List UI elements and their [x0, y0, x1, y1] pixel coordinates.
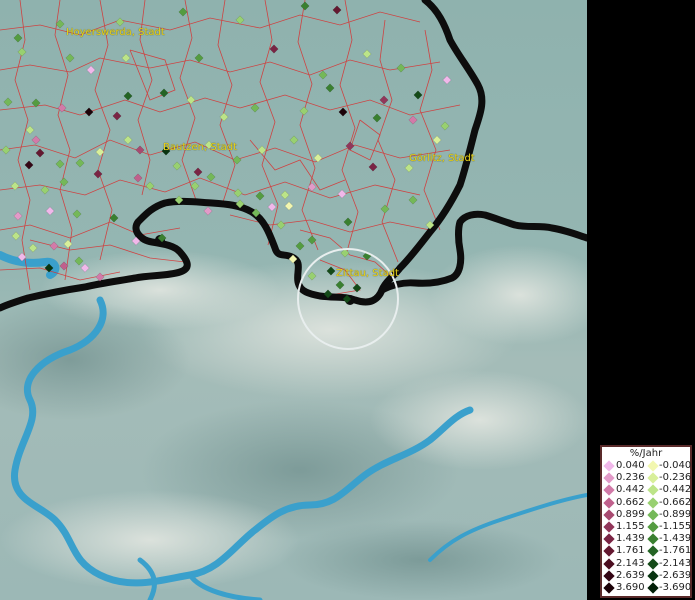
legend-label-negative: -2.143 [659, 557, 692, 569]
legend-row: 0.899 -0.899 [602, 508, 692, 521]
legend-row: 0.040 -0.040 [602, 460, 692, 472]
legend-label-positive: 0.662 [616, 496, 645, 508]
legend-label-positive: 0.236 [616, 472, 645, 484]
legend-swatch-negative [647, 545, 659, 558]
legend-label-negative: -1.439 [659, 533, 692, 545]
legend-swatch-positive [603, 460, 615, 472]
legend-row: 0.662 -0.662 [602, 496, 692, 509]
legend-label-negative: -1.155 [659, 521, 692, 532]
legend-swatch-negative [647, 557, 659, 570]
legend-label-negative: -1.761 [659, 545, 692, 557]
legend-swatch-negative [647, 496, 659, 509]
legend-label-positive: 0.899 [616, 508, 645, 520]
map-canvas[interactable]: Hoyerswerda, Stadt Bautzen, Stadt Görlit… [0, 0, 587, 600]
legend-swatch-positive [603, 545, 615, 558]
legend-swatch-positive [603, 533, 615, 545]
legend-swatch-positive [603, 521, 615, 533]
legend-swatch-positive [603, 509, 615, 521]
legend-swatch-negative [647, 472, 659, 484]
legend-row: 3.690 -3.690 [602, 582, 692, 594]
place-label-zittau: Zittau, Stadt [336, 268, 399, 279]
legend-row: 0.236 -0.236 [602, 472, 692, 484]
legend-label-negative: -0.899 [659, 508, 692, 520]
legend-swatch-positive [603, 472, 615, 484]
legend-label-negative: -0.236 [659, 472, 692, 484]
legend-label-positive: 1.761 [616, 545, 645, 557]
legend-label-positive: 0.040 [616, 460, 645, 471]
legend-swatch-positive [603, 484, 615, 497]
legend-row: 0.442 -0.442 [602, 484, 692, 497]
legend-label-negative: -0.040 [659, 460, 692, 471]
legend-label-negative: -3.690 [659, 582, 692, 593]
legend-title: %/Jahr [629, 448, 663, 459]
legend: %/Jahr 0.040 -0.040 0.236 -0.236 0.442 -0.442… [600, 445, 692, 598]
legend-label-negative: -2.639 [659, 569, 692, 581]
place-label-bautzen: Bautzen, Stadt [163, 142, 238, 153]
legend-label-negative: -0.662 [659, 496, 692, 508]
map-svg[interactable] [0, 0, 587, 600]
legend-swatch-negative [647, 460, 659, 472]
legend-row: 1.761 -1.761 [602, 545, 692, 558]
legend-row: 2.639 -2.639 [602, 569, 692, 582]
legend-swatch-positive [603, 496, 615, 509]
legend-row: 1.155 -1.155 [602, 521, 692, 533]
legend-label-negative: -0.442 [659, 484, 692, 496]
legend-swatch-negative [647, 533, 659, 545]
legend-label-positive: 1.155 [616, 521, 645, 532]
legend-row: 2.143 -2.143 [602, 557, 692, 570]
legend-swatch-negative [647, 521, 659, 533]
legend-label-positive: 2.143 [616, 557, 645, 569]
place-label-goerlitz: Görlitz, Stadt [409, 153, 475, 164]
legend-swatch-negative [647, 582, 659, 594]
legend-label-positive: 2.639 [616, 569, 645, 581]
legend-swatch-negative [647, 484, 659, 497]
legend-swatch-positive [603, 570, 615, 582]
legend-label-positive: 3.690 [616, 582, 645, 593]
legend-row: 1.439 -1.439 [602, 533, 692, 545]
legend-swatch-positive [603, 557, 615, 570]
legend-label-positive: 0.442 [616, 484, 645, 496]
legend-swatch-negative [647, 570, 659, 582]
legend-swatch-positive [603, 582, 615, 594]
place-label-hoyerswerda: Hoyerswerda, Stadt [66, 27, 165, 38]
legend-label-positive: 1.439 [616, 533, 645, 545]
legend-swatch-negative [647, 509, 659, 521]
